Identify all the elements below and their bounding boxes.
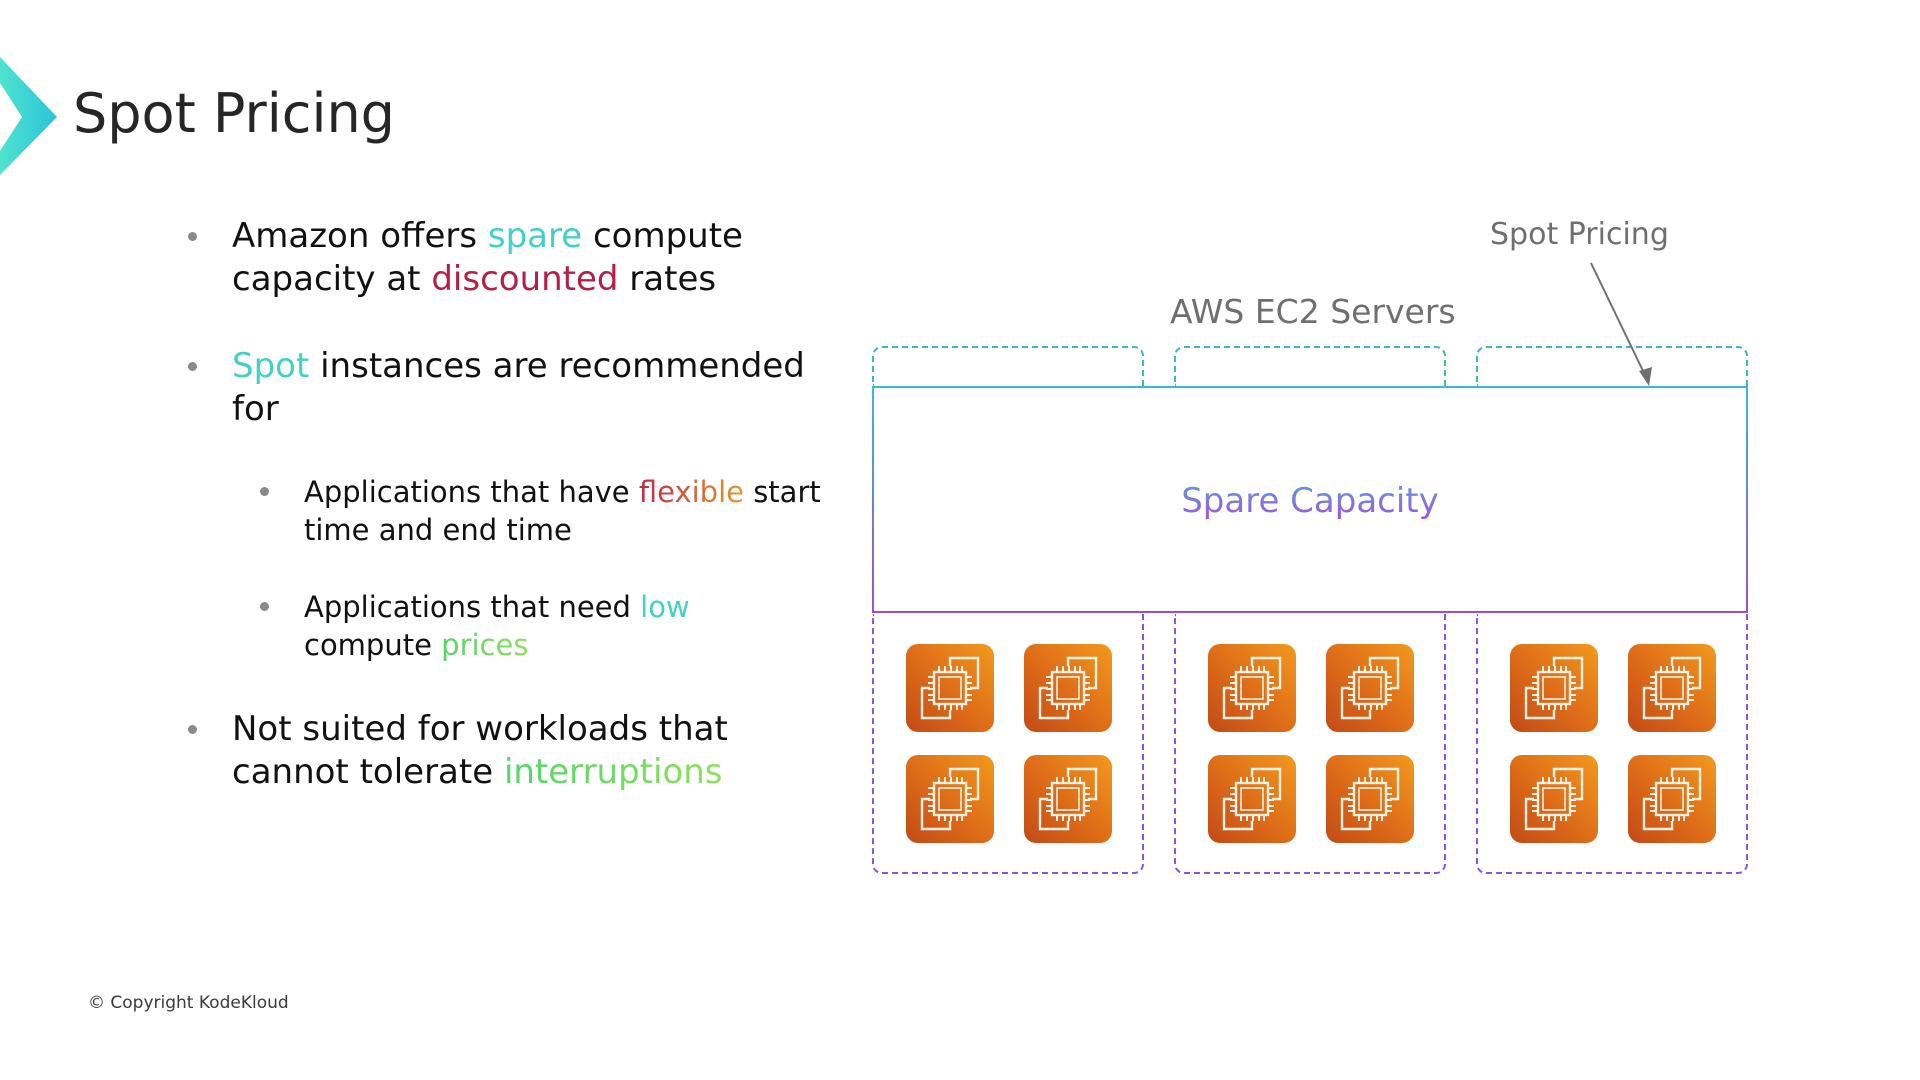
highlight-low: low xyxy=(640,590,690,624)
highlight-spot: Spot xyxy=(232,346,310,386)
ec2-instance-icon xyxy=(1628,755,1716,843)
bullet-line: cannot tolerate interruptions xyxy=(232,752,723,792)
ec2-instance-icon xyxy=(906,755,994,843)
bullet-line: Applications that have flexible start xyxy=(304,475,821,509)
copyright-text: © Copyright KodeKloud xyxy=(88,993,289,1013)
ec2-instance-icon xyxy=(1208,755,1296,843)
ec2-instance-icon xyxy=(1326,644,1414,732)
highlight-flexible: flexible xyxy=(638,475,744,509)
bullet-dot xyxy=(260,487,269,496)
bullet-item: Spot instances are recommended for xyxy=(188,345,805,431)
bullet-line: Spot instances are recommended xyxy=(232,346,805,386)
bullet-line: compute prices xyxy=(304,628,529,662)
highlight-spare: spare xyxy=(487,216,583,256)
spare-capacity-label: Spare Capacity xyxy=(874,481,1746,521)
bullet-line: capacity at discounted rates xyxy=(232,259,717,299)
bullet-line: Not suited for workloads that xyxy=(232,709,728,749)
highlight-interruptions: interruptions xyxy=(503,752,723,792)
server-top-dashed-border xyxy=(872,346,1144,386)
bullet-line: for xyxy=(232,389,279,429)
bullet-item: Amazon offers spare compute capacity at … xyxy=(188,215,743,301)
ec2-instance-icon xyxy=(1326,755,1414,843)
bullet-line: Applications that need low xyxy=(304,590,690,624)
highlight-discounted: discounted xyxy=(431,259,619,299)
ec2-instance-icon xyxy=(1628,644,1716,732)
sub-bullet-item: Applications that have flexible start ti… xyxy=(260,473,821,549)
slide-title: Spot Pricing xyxy=(73,82,395,145)
highlight-prices: prices xyxy=(441,628,529,662)
bullet-item: Not suited for workloads that cannot tol… xyxy=(188,708,728,794)
bullet-dot xyxy=(260,602,269,611)
bullet-dot xyxy=(188,232,197,241)
ec2-instance-icon xyxy=(1024,644,1112,732)
spare-capacity-box: Spare Capacity xyxy=(872,386,1748,613)
brand-chevron-icon xyxy=(0,57,57,175)
spot-pricing-annotation: Spot Pricing xyxy=(1490,217,1669,252)
ec2-instance-icon xyxy=(1510,644,1598,732)
server-top-dashed-border xyxy=(1476,346,1748,386)
sub-bullet-item: Applications that need low compute price… xyxy=(260,588,690,664)
bullet-dot xyxy=(188,362,197,371)
bullet-dot xyxy=(188,725,197,734)
ec2-instance-icon xyxy=(1208,644,1296,732)
ec2-instance-icon xyxy=(906,644,994,732)
aws-ec2-servers-label: AWS EC2 Servers xyxy=(1170,292,1456,331)
bullet-line: time and end time xyxy=(304,513,572,547)
bullet-line: Amazon offers spare compute xyxy=(232,216,743,256)
ec2-instance-icon xyxy=(1510,755,1598,843)
server-top-dashed-border xyxy=(1174,346,1446,386)
ec2-instance-icon xyxy=(1024,755,1112,843)
